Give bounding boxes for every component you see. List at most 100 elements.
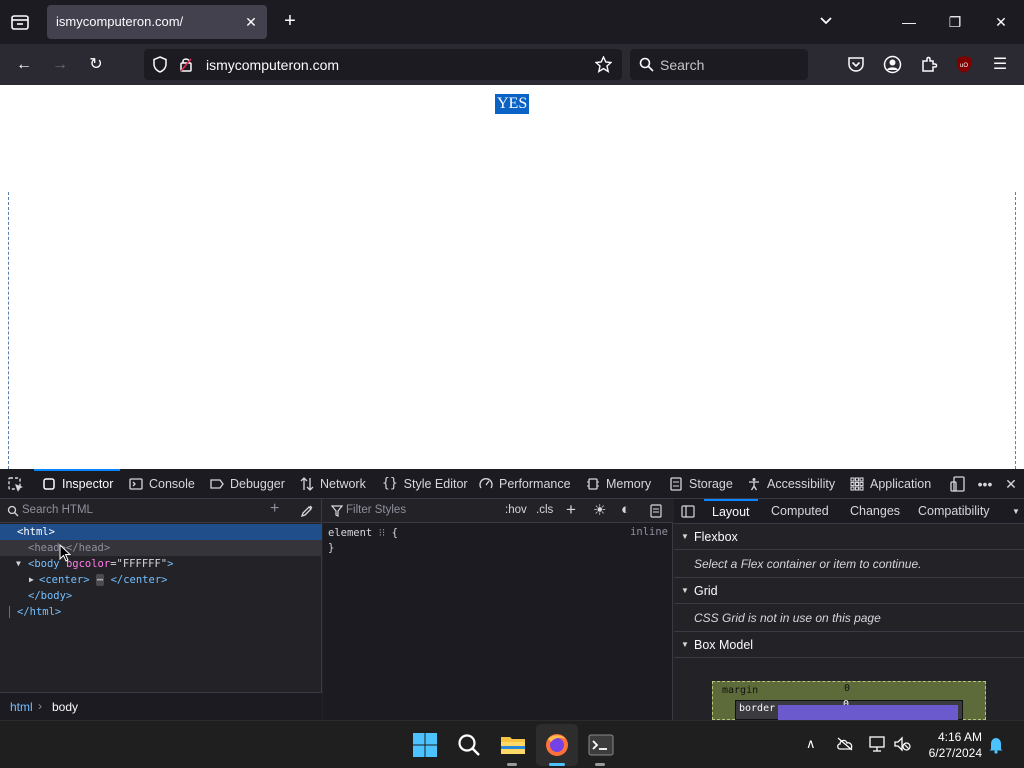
layout-pane: Layout Computed Changes Compatibility ▼ … (674, 499, 1024, 721)
memory-icon (587, 478, 599, 490)
debugger-icon (210, 479, 224, 489)
bookmark-star-icon[interactable] (595, 56, 612, 73)
tab-application-label: Application (870, 477, 932, 491)
account-icon[interactable] (883, 55, 902, 74)
devtools-close-icon[interactable]: ✕ (1003, 476, 1019, 492)
tab-network[interactable]: Network (300, 469, 366, 499)
maximize-button[interactable]: ❐ (941, 8, 969, 36)
twisty-closed-icon[interactable]: ▶ (29, 572, 34, 588)
selection-indent-guide (9, 606, 10, 618)
devtools-menu-icon[interactable]: ••• (977, 476, 993, 492)
tab-console[interactable]: Console (129, 469, 195, 499)
tab-style-editor-label: Style Editor (403, 477, 468, 491)
element-rule[interactable]: element ⁝⁝ { } (328, 526, 398, 556)
filter-styles-bar: Filter Styles :hov .cls + ☀ ◐ (323, 499, 673, 523)
node-body-close[interactable]: </body> (0, 588, 322, 604)
system-clock[interactable]: 4:16 AM 6/27/2024 (929, 729, 982, 761)
breadcrumb-body[interactable]: body (52, 700, 78, 714)
search-icon[interactable] (455, 731, 483, 759)
extensions-icon[interactable] (920, 55, 938, 73)
volume-muted-icon[interactable] (893, 736, 911, 752)
flexbox-title: Flexbox (694, 530, 738, 544)
tab-inspector[interactable]: Inspector (33, 469, 121, 499)
forward-button[interactable]: → (47, 52, 73, 78)
breadcrumb-html[interactable]: html (10, 700, 33, 714)
tab-storage[interactable]: Storage (669, 469, 733, 499)
boxmodel-header[interactable]: ▼ Box Model (674, 632, 1024, 658)
close-window-button[interactable]: ✕ (987, 8, 1015, 36)
responsive-design-icon[interactable] (950, 476, 966, 492)
terminal-icon[interactable] (587, 731, 615, 759)
node-head[interactable]: <head></head> (0, 540, 322, 556)
onedrive-offline-icon[interactable] (836, 737, 854, 751)
tab-strip: ismycomputeron.com/ ✕ + — ❐ ✕ (0, 0, 1024, 44)
app-menu-icon[interactable]: ☰ (987, 52, 1013, 78)
flexbox-header[interactable]: ▼ Flexbox (674, 524, 1024, 550)
add-node-button[interactable]: + (270, 500, 279, 518)
margin-top-value[interactable]: 0 (844, 683, 850, 694)
rule-selector: element (328, 527, 373, 539)
file-explorer-icon[interactable] (499, 731, 527, 759)
firefox-icon[interactable] (543, 731, 571, 759)
grid-header[interactable]: ▼ Grid (674, 578, 1024, 604)
tab-layout[interactable]: Layout (704, 499, 758, 524)
tab-close-icon[interactable]: ✕ (241, 12, 261, 32)
reload-button[interactable]: ↻ (83, 52, 109, 78)
grid-highlighter-icon[interactable]: ⁝⁝ (379, 527, 386, 539)
twisty-open-icon[interactable]: ▼ (16, 556, 21, 572)
more-tabs-icon[interactable]: ▼ (1012, 499, 1020, 524)
light-scheme-icon[interactable]: ☀ (593, 501, 606, 519)
tab-memory[interactable]: Memory (586, 469, 651, 499)
list-all-tabs-icon[interactable] (816, 11, 836, 31)
layout-guide-right (1015, 192, 1016, 469)
tab-debugger[interactable]: Debugger (210, 469, 285, 499)
markup-pane: Search HTML + <html> <head></head> ▼ <bo… (0, 499, 322, 720)
node-center-open: <center> (39, 574, 90, 586)
lock-warning-icon[interactable] (179, 56, 193, 73)
cls-toggle[interactable]: .cls (536, 504, 553, 516)
node-html[interactable]: <html> (0, 524, 322, 540)
firefox-view-icon[interactable] (8, 10, 32, 34)
tab-performance[interactable]: Performance (479, 469, 571, 499)
network-icon[interactable] (868, 736, 886, 752)
tab-changes[interactable]: Changes (850, 499, 900, 524)
eyedropper-icon[interactable] (300, 504, 314, 518)
filter-styles-input[interactable]: Filter Styles (346, 504, 406, 516)
notification-bell-icon[interactable] (988, 736, 1004, 754)
pocket-icon[interactable] (847, 56, 865, 73)
box-model-padding[interactable] (778, 705, 958, 721)
tab-computed[interactable]: Computed (771, 499, 829, 524)
dark-scheme-icon[interactable]: ◐ (621, 501, 630, 518)
tab-style-editor[interactable]: {} Style Editor (382, 469, 468, 499)
rule-open-brace: { (391, 527, 398, 539)
search-bar[interactable]: Search (630, 49, 808, 80)
add-rule-icon[interactable]: + (566, 500, 576, 520)
print-media-icon[interactable] (650, 504, 662, 518)
tray-overflow-chevron-icon[interactable]: ∧ (806, 736, 816, 752)
performance-icon (479, 478, 493, 489)
search-html-field[interactable]: Search HTML + (0, 499, 322, 523)
url-bar[interactable]: ismycomputeron.com (144, 49, 622, 80)
minimize-button[interactable]: — (895, 8, 923, 36)
ublock-origin-icon[interactable]: uO (955, 55, 973, 74)
pick-element-icon[interactable] (8, 477, 24, 493)
browser-tab[interactable]: ismycomputeron.com/ ✕ (47, 5, 267, 39)
flexbox-message: Select a Flex container or item to conti… (674, 550, 1024, 578)
node-center[interactable]: ▶ <center> ⋯ </center> (0, 572, 322, 588)
hov-toggle[interactable]: :hov (505, 504, 527, 516)
box-model-margin[interactable]: margin 0 border 0 (712, 681, 986, 721)
tab-accessibility[interactable]: Accessibility (747, 469, 835, 499)
application-icon (850, 477, 864, 491)
node-body[interactable]: ▼ <body bgcolor="FFFFFF"> (0, 556, 322, 572)
shield-icon[interactable] (152, 56, 168, 73)
box-model-border[interactable]: border 0 (735, 699, 963, 721)
toggle-sidebar-icon[interactable] (681, 505, 695, 518)
tab-application[interactable]: Application (850, 469, 931, 499)
tab-compatibility[interactable]: Compatibility (918, 499, 990, 524)
windows-start-icon[interactable] (411, 731, 439, 759)
page-yes-text: YES (495, 94, 530, 114)
collapsed-content-badge[interactable]: ⋯ (95, 574, 105, 586)
new-tab-button[interactable]: + (280, 11, 300, 31)
node-html-close[interactable]: </html> (0, 604, 322, 620)
back-button[interactable]: ← (11, 52, 37, 78)
